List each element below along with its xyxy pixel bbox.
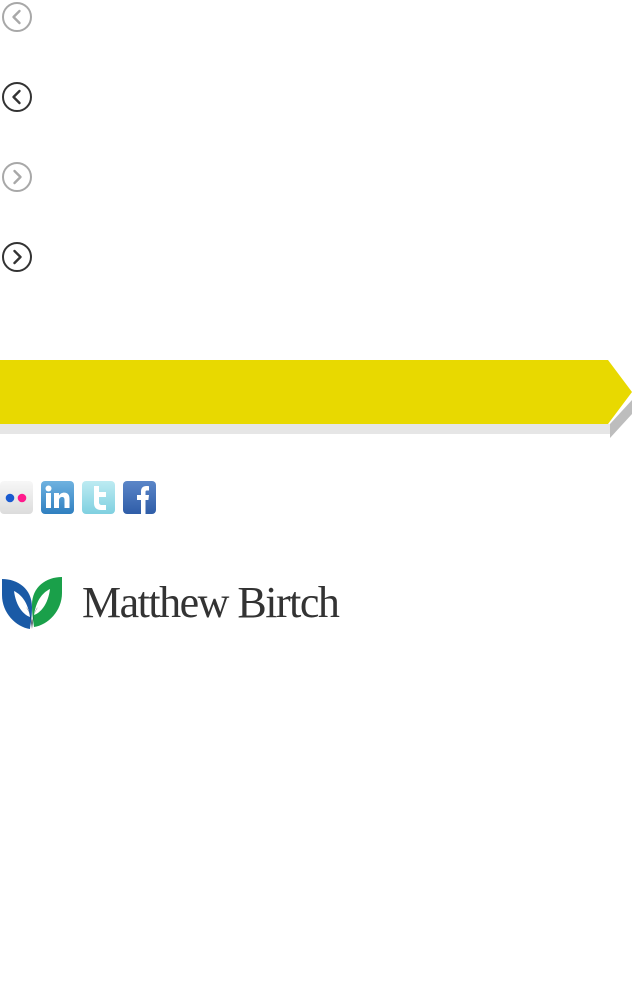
chevron-right-icon: [2, 242, 32, 272]
leaf-logo-icon: [0, 573, 64, 631]
previous-arrow-disabled[interactable]: [1, 1, 33, 33]
ribbon-shape: [0, 360, 632, 438]
chevron-left-icon: [2, 2, 32, 32]
logo-wordmark: Matthew Birtch: [82, 578, 340, 627]
chevron-right-icon: [2, 162, 32, 192]
page: Matthew Birtch: [0, 0, 640, 1000]
ribbon-banner: [0, 358, 636, 438]
social-links: [0, 481, 156, 515]
facebook-icon[interactable]: [123, 481, 156, 514]
previous-arrow[interactable]: [1, 81, 33, 113]
site-logo[interactable]: Matthew Birtch: [0, 572, 380, 632]
flickr-icon[interactable]: [0, 481, 33, 514]
twitter-icon[interactable]: [82, 481, 115, 514]
chevron-left-icon: [2, 82, 32, 112]
next-arrow-disabled[interactable]: [1, 161, 33, 193]
next-arrow[interactable]: [1, 241, 33, 273]
linkedin-icon[interactable]: [41, 481, 74, 514]
